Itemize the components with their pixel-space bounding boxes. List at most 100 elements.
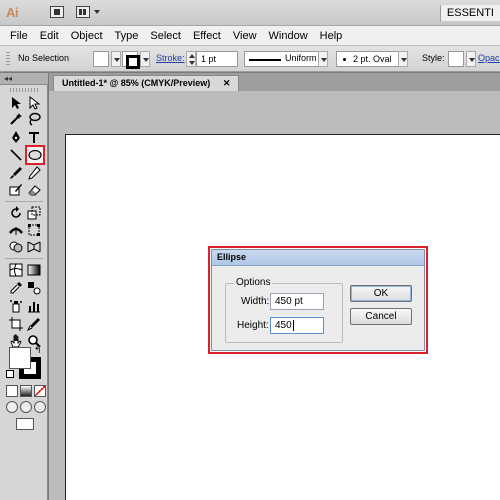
column-graph-icon bbox=[28, 302, 40, 313]
symbol-sprayer-tool[interactable] bbox=[8, 298, 24, 314]
ok-button[interactable]: OK bbox=[350, 285, 412, 302]
control-bar: No Selection Stroke: 1 pt Uniform 2 pt. … bbox=[0, 46, 500, 72]
chevron-down-icon[interactable] bbox=[94, 10, 100, 14]
draw-normal-icon[interactable] bbox=[6, 401, 18, 413]
line-icon bbox=[10, 149, 22, 161]
rotate-tool[interactable] bbox=[8, 205, 24, 221]
width-tool[interactable] bbox=[8, 222, 24, 238]
ellipse-tool[interactable] bbox=[25, 145, 45, 165]
paintbrush-tool[interactable] bbox=[8, 165, 24, 181]
draw-behind-icon[interactable] bbox=[20, 401, 32, 413]
free-transform-tool[interactable] bbox=[26, 222, 42, 238]
brush-dropdown[interactable] bbox=[398, 51, 408, 67]
magic-wand-icon bbox=[10, 113, 22, 125]
ellipse-dialog: Ellipse Options Width: 450 pt Height: 45… bbox=[211, 249, 425, 351]
brush-label: 2 pt. Oval bbox=[353, 54, 392, 64]
menu-effect[interactable]: Effect bbox=[187, 26, 227, 46]
artboard-tool[interactable] bbox=[8, 316, 24, 332]
style-label: Style: bbox=[422, 53, 445, 63]
workspace-switcher[interactable]: ESSENTI bbox=[439, 5, 500, 21]
stroke-line-icon bbox=[249, 59, 281, 61]
panel-grip[interactable] bbox=[6, 52, 10, 66]
brush-definition[interactable]: 2 pt. Oval bbox=[336, 51, 406, 67]
tools-panel-header[interactable]: ◂◂ bbox=[0, 73, 48, 85]
style-dropdown[interactable] bbox=[466, 51, 476, 67]
gradient-mode-icon[interactable] bbox=[20, 385, 32, 397]
menu-object[interactable]: Object bbox=[65, 26, 109, 46]
blob-brush-tool[interactable] bbox=[8, 182, 24, 198]
stroke-weight-field[interactable]: 1 pt bbox=[196, 51, 238, 67]
profile-dropdown[interactable] bbox=[318, 51, 328, 67]
pencil-tool[interactable] bbox=[26, 165, 42, 181]
none-mode-icon[interactable] bbox=[34, 385, 46, 397]
line-segment-tool[interactable] bbox=[8, 147, 24, 163]
arrange-documents-icon[interactable] bbox=[76, 6, 90, 18]
menu-type[interactable]: Type bbox=[109, 26, 145, 46]
fill-swatch[interactable] bbox=[93, 51, 109, 67]
panel-grip[interactable] bbox=[10, 88, 38, 92]
eyedropper-icon bbox=[10, 282, 22, 294]
fill-color-box[interactable] bbox=[9, 347, 31, 369]
selection-status: No Selection bbox=[18, 53, 70, 63]
brush-dot-icon bbox=[343, 58, 346, 61]
blend-tool[interactable] bbox=[26, 280, 42, 296]
menu-view[interactable]: View bbox=[227, 26, 263, 46]
color-mode-icon[interactable] bbox=[6, 385, 18, 397]
text-cursor bbox=[292, 319, 294, 331]
rotate-icon bbox=[11, 206, 21, 218]
height-field[interactable]: 450 bbox=[270, 317, 324, 334]
swap-fill-stroke-icon[interactable]: ↰ bbox=[34, 345, 42, 356]
pen-tool[interactable] bbox=[8, 129, 24, 145]
mesh-tool[interactable] bbox=[8, 262, 24, 278]
white-arrow-icon bbox=[29, 95, 41, 110]
dialog-title[interactable]: Ellipse bbox=[212, 250, 424, 266]
default-fill-stroke-icon[interactable] bbox=[6, 370, 14, 378]
width-label: Width: bbox=[241, 296, 270, 307]
magic-wand-tool[interactable] bbox=[8, 111, 24, 127]
close-icon[interactable]: ✕ bbox=[223, 78, 231, 88]
stroke-swatch[interactable] bbox=[122, 51, 140, 69]
height-label: Height: bbox=[237, 320, 269, 331]
type-t-icon bbox=[29, 132, 39, 143]
pencil-icon bbox=[28, 166, 41, 180]
menu-window[interactable]: Window bbox=[263, 26, 314, 46]
graphic-style-swatch[interactable] bbox=[448, 51, 464, 67]
tool-divider bbox=[5, 201, 43, 202]
menu-select[interactable]: Select bbox=[144, 26, 187, 46]
selection-tool[interactable] bbox=[8, 95, 24, 111]
eyedropper-tool[interactable] bbox=[8, 280, 24, 296]
stroke-dropdown[interactable] bbox=[140, 51, 150, 67]
symbol-sprayer-icon bbox=[10, 300, 22, 313]
width-field[interactable]: 450 pt bbox=[270, 293, 324, 310]
stroke-weight-stepper[interactable] bbox=[186, 51, 196, 67]
menu-help[interactable]: Help bbox=[314, 26, 349, 46]
opacity-panel-link[interactable]: Opacity bbox=[478, 53, 500, 63]
perspective-grid-tool[interactable] bbox=[26, 239, 42, 255]
column-graph-tool[interactable] bbox=[26, 298, 42, 314]
eraser-tool[interactable] bbox=[26, 182, 42, 198]
tool-divider bbox=[5, 258, 43, 259]
document-tab[interactable]: Untitled-1* @ 85% (CMYK/Preview) ✕ bbox=[53, 75, 240, 91]
slice-tool[interactable] bbox=[26, 316, 42, 332]
application-bar: Ai ESSENTI bbox=[0, 0, 500, 26]
stroke-panel-link[interactable]: Stroke: bbox=[156, 53, 185, 63]
arrow-icon bbox=[12, 97, 21, 109]
bridge-icon[interactable] bbox=[50, 6, 64, 18]
collapse-chevron-icon[interactable]: ◂◂ bbox=[4, 74, 12, 83]
shape-builder-tool[interactable] bbox=[8, 239, 24, 255]
type-tool[interactable] bbox=[26, 129, 42, 145]
lasso-tool[interactable] bbox=[26, 111, 42, 127]
variable-width-profile[interactable]: Uniform bbox=[244, 51, 326, 67]
blob-brush-icon bbox=[9, 184, 22, 196]
scale-tool[interactable] bbox=[26, 205, 42, 221]
shape-builder-icon bbox=[9, 241, 23, 253]
menu-edit[interactable]: Edit bbox=[34, 26, 65, 46]
draw-inside-icon[interactable] bbox=[34, 401, 46, 413]
screen-mode-icon[interactable] bbox=[16, 418, 34, 430]
gradient-tool[interactable] bbox=[26, 262, 42, 278]
fill-dropdown[interactable] bbox=[111, 51, 121, 67]
cancel-button[interactable]: Cancel bbox=[350, 308, 412, 325]
options-group-label: Options bbox=[234, 277, 273, 288]
menu-file[interactable]: File bbox=[4, 26, 34, 46]
direct-selection-tool[interactable] bbox=[26, 95, 42, 111]
